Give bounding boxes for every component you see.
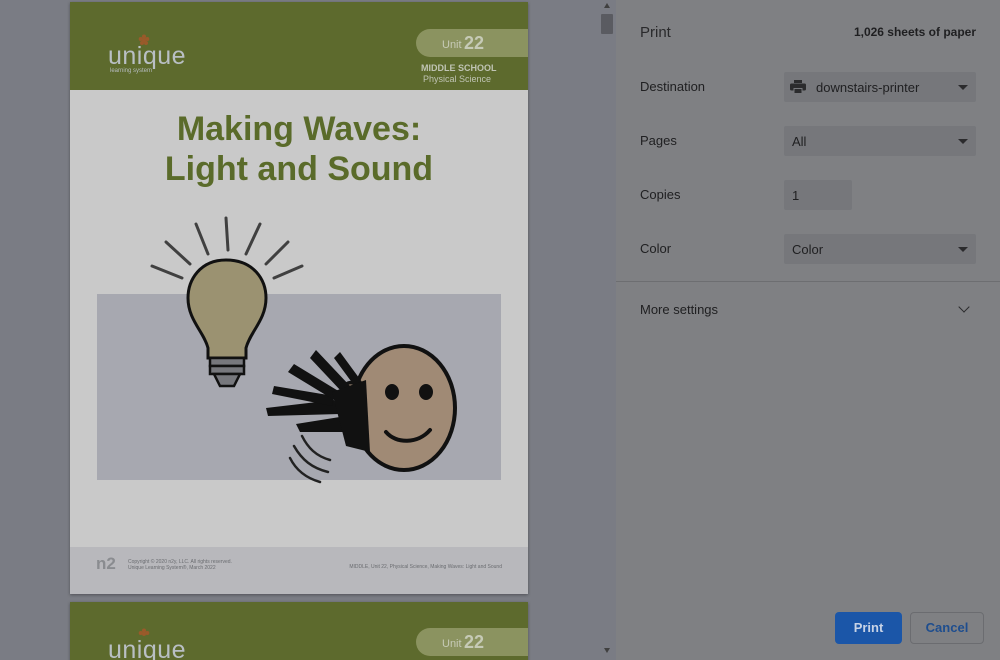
chevron-down-icon [958, 139, 968, 144]
pages-value: All [792, 134, 807, 149]
footer-right-text: MIDDLE, Unit 22, Physical Science, Makin… [349, 564, 502, 570]
settings-panel: Print 1,026 sheets of paper Destination … [616, 0, 1000, 660]
logo-text-2: unique [108, 636, 187, 660]
scroll-thumb[interactable] [601, 14, 613, 34]
unit-number: 22 [464, 33, 485, 53]
divider [616, 281, 1000, 282]
logo-text: unique [108, 42, 187, 70]
print-dialog: unique learning system Unit 22 MIDDLE SC… [0, 0, 1000, 660]
pages-select[interactable]: All [784, 126, 976, 156]
copyright-line-2: Unique Learning System®, March 2022 [128, 565, 216, 571]
destination-select[interactable]: downstairs-printer [784, 72, 976, 102]
preview-page-2: unique Unit 22 [70, 602, 528, 660]
scroll-down-arrow-icon[interactable] [604, 648, 610, 653]
printer-icon [790, 80, 806, 94]
subject-label: Physical Science [423, 74, 492, 84]
sheet-count: 1,026 sheets of paper [853, 25, 976, 39]
unit-word-2: Unit [442, 638, 462, 650]
hand-icon [266, 350, 370, 452]
preview-scrollbar[interactable] [598, 0, 616, 660]
copies-input[interactable]: 1 [784, 180, 852, 210]
print-preview[interactable]: unique learning system Unit 22 MIDDLE SC… [0, 0, 598, 660]
copies-label: Copies [640, 187, 681, 202]
destination-label: Destination [640, 79, 706, 94]
footer-logo: n2 [96, 554, 116, 573]
more-settings-toggle[interactable]: More settings [640, 302, 718, 317]
print-button[interactable]: Print [835, 612, 902, 644]
cancel-button[interactable]: Cancel [910, 612, 984, 644]
level-label: MIDDLE SCHOOL [421, 63, 497, 73]
destination-value: downstairs-printer [816, 80, 920, 95]
lightbulb-icon [186, 258, 268, 388]
scroll-up-arrow-icon[interactable] [604, 3, 610, 8]
color-label: Color [640, 241, 672, 256]
logo-subtext: learning system [110, 68, 153, 74]
sound-waves-icon [288, 434, 332, 484]
document-title-line-1: Making Waves: [176, 110, 422, 148]
panel-title: Print [640, 24, 671, 41]
preview-page-1: unique learning system Unit 22 MIDDLE SC… [70, 2, 528, 594]
document-title-line-2: Light and Sound [164, 150, 434, 188]
chevron-down-icon [958, 85, 968, 90]
unit-word: Unit [442, 39, 462, 51]
color-select[interactable]: Color [784, 234, 976, 264]
chevron-down-icon[interactable] [958, 301, 970, 313]
copies-value: 1 [792, 188, 800, 203]
chevron-down-icon [958, 247, 968, 252]
illustration [150, 216, 457, 484]
pages-label: Pages [640, 133, 677, 148]
unit-number-2: 22 [464, 632, 485, 652]
color-value: Color [792, 242, 824, 257]
